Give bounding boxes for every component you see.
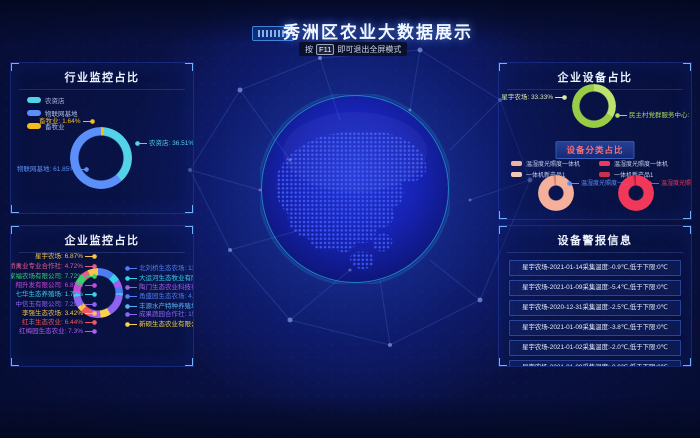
alarm-row: 星宇农场-2021-01-09采集温度:-3.8℃,低于下限:0℃ bbox=[509, 320, 681, 336]
alarm-row: 星宇农场-2020-12-31采集温度:-2.5℃,低于下限:0℃ bbox=[509, 300, 681, 316]
pie-callout: 李强生态农场: 3.42% bbox=[22, 311, 97, 318]
corner-accent bbox=[498, 62, 507, 71]
pie-callout: 物联网基地: 61.85% bbox=[17, 167, 89, 174]
pie-callout: 中信玉有限公司: 7.29% bbox=[15, 302, 97, 309]
corner-accent bbox=[185, 358, 194, 367]
pie-callout: 七华生态养殖场: 1.72% bbox=[15, 292, 97, 299]
pie-callout: 翔升发有限公司: 6.87% bbox=[15, 283, 97, 290]
corner-accent bbox=[498, 225, 507, 234]
corner-accent bbox=[10, 62, 19, 71]
pie-callout: 温湿度光照度一... bbox=[647, 181, 692, 187]
industry-monitor-panel: 行业监控占比 农资店 物联网基地 畜牧业 畜牧业: 1.64% 农资店: 36.… bbox=[10, 62, 194, 214]
pie-callout: 北刘桥生态农场: 11.16% bbox=[125, 266, 194, 273]
alarm-row: 星宇农场-2021-01-02采集温度:-2.0℃,低于下限:0℃ bbox=[509, 340, 681, 356]
pie-callout: 畜牧业: 1.64% bbox=[39, 119, 95, 126]
legend-swatch bbox=[27, 97, 41, 103]
classification-title: 设备分类占比 bbox=[555, 141, 634, 159]
page-title: 秀洲区农业大数据展示 bbox=[56, 18, 700, 43]
pie-callout: 农资店: 36.51% bbox=[135, 141, 194, 148]
alarm-row: 星宇农场-2021-01-14采集温度:-0.9℃,低于下限:0℃ bbox=[509, 260, 681, 276]
corner-accent bbox=[683, 211, 692, 220]
pie-callout: 成果蔬园合作社: 15.02% bbox=[125, 312, 194, 319]
corner-accent bbox=[10, 225, 19, 234]
panel-title: 企业监控占比 bbox=[19, 230, 185, 253]
corner-accent bbox=[498, 211, 507, 220]
legend-item[interactable]: 农资店 bbox=[27, 95, 78, 105]
legend-label: 物联网基地 bbox=[45, 108, 78, 118]
alarm-row: 星宇农场-2021-01-09采集温度:-5.4℃,低于下限:0℃ bbox=[509, 280, 681, 296]
legend-item[interactable]: 温湿度光照度一体机 bbox=[511, 159, 580, 168]
corner-accent bbox=[683, 62, 692, 71]
legend-label: 温湿度光照度一体机 bbox=[526, 159, 580, 168]
pie-callout: 甬盛园生态农场: 4.29% bbox=[125, 294, 194, 301]
pie-callout: 家福农场有限公司: 7.72% bbox=[10, 274, 97, 281]
legend-swatch bbox=[511, 172, 522, 177]
corner-accent bbox=[683, 225, 692, 234]
pie-callout: 新硕生态农业有限公司: 6.87% bbox=[125, 322, 194, 329]
pie-callout: 红丰生态农业: 6.44% bbox=[22, 320, 97, 327]
toast-prefix: 按 bbox=[305, 44, 313, 55]
legend-item[interactable]: 物联网基地 bbox=[27, 108, 78, 118]
network-overlay bbox=[170, 30, 550, 360]
pie-callout: 大运河生态牧业有限责任公 bbox=[125, 276, 194, 283]
panel-title: 设备警报信息 bbox=[507, 230, 683, 253]
corner-accent bbox=[185, 62, 194, 71]
pie-callout: 丰源水产特种养殖场: 1... bbox=[125, 304, 194, 311]
enterprise-monitor-panel: 企业监控占比 星宇农场: 6.87% 社桥禽业专业合作社: 4.72% 家福农场… bbox=[10, 225, 194, 367]
corner-accent bbox=[683, 358, 692, 367]
industry-donut-chart bbox=[70, 127, 132, 189]
corner-accent bbox=[10, 205, 19, 214]
legend-swatch bbox=[599, 172, 610, 177]
device-ratio-panel: 企业设备占比 星宇农场: 33.33% 民主村党群服务中心: 设备分类占比 温湿… bbox=[498, 62, 692, 220]
pie-callout: 星宇农场: 33.33% bbox=[501, 95, 567, 102]
pie-callout: 温湿度光照度一... bbox=[567, 181, 628, 187]
pie-callout: 陶门生态农业科技有限公 bbox=[125, 285, 194, 292]
pie-callout: 社桥禽业专业合作社: 4.72% bbox=[10, 264, 97, 271]
panel-title: 行业监控占比 bbox=[19, 67, 185, 90]
f11-key: F11 bbox=[316, 44, 334, 55]
legend-item[interactable]: 温湿度光照度一体机 bbox=[599, 159, 668, 168]
corner-accent bbox=[10, 358, 19, 367]
legend-swatch bbox=[27, 110, 41, 116]
corner-accent bbox=[185, 225, 194, 234]
toast-suffix: 即可退出全屏模式 bbox=[337, 44, 401, 55]
legend-swatch bbox=[599, 161, 610, 166]
device-alarm-panel: 设备警报信息 星宇农场-2021-01-14采集温度:-0.9℃,低于下限:0℃… bbox=[498, 225, 692, 367]
legend-label: 温湿度光照度一体机 bbox=[614, 159, 668, 168]
device-donut-chart bbox=[572, 84, 616, 128]
pie-callout: 星宇农场: 6.87% bbox=[35, 254, 97, 261]
pie-callout: 民主村党群服务中心: bbox=[615, 113, 689, 120]
corner-accent bbox=[185, 205, 194, 214]
corner-accent bbox=[498, 358, 507, 367]
legend-label: 农资店 bbox=[45, 95, 65, 105]
pie-callout: 红梅园生态农业: 7.3% bbox=[19, 329, 97, 336]
alarm-row: 星宇农场-2021-01-09采集温度:-0.9℃,低于下限:0℃ bbox=[509, 360, 681, 367]
legend-swatch bbox=[511, 161, 522, 166]
fullscreen-toast: 按 F11 即可退出全屏模式 bbox=[299, 42, 407, 56]
chart-legend: 农资店 物联网基地 畜牧业 bbox=[27, 95, 78, 134]
